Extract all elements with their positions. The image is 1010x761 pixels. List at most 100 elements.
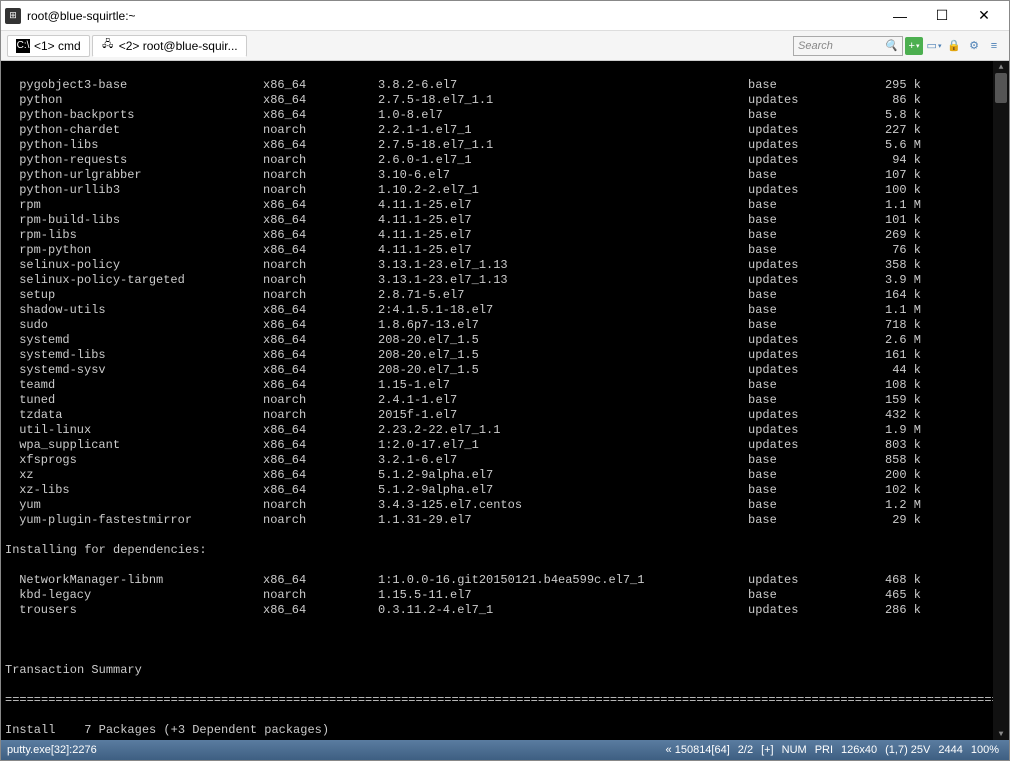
package-row: rpm-libsx86_644.11.1-25.el7base269 k [5,228,1009,243]
status-item: « 150814[64] [662,744,734,756]
pkg-version: 208-20.el7_1.5 [378,363,748,378]
titlebar: ⊞ root@blue-squirtle:~ — ☐ ✕ [1,1,1009,31]
pkg-version: 2.7.5-18.el7_1.1 [378,138,748,153]
pkg-size: 358 k [873,258,925,273]
search-icon: 🔍 [884,39,898,52]
pkg-version: 1.8.6p7-13.el7 [378,318,748,333]
pkg-repo: base [748,303,873,318]
scroll-down-icon[interactable]: ▼ [993,728,1009,740]
pkg-size: 468 k [873,573,925,588]
close-button[interactable]: ✕ [963,2,1005,30]
pkg-size: 5.8 k [873,108,925,123]
pkg-arch: noarch [263,288,378,303]
pkg-repo: updates [748,348,873,363]
pkg-repo: base [748,198,873,213]
menu-button[interactable]: ≡ [985,37,1003,55]
scroll-up-icon[interactable]: ▲ [993,61,1009,73]
pkg-version: 1:2.0-17.el7_1 [378,438,748,453]
lock-button[interactable]: 🔒 [945,37,963,55]
pkg-size: 164 k [873,288,925,303]
package-row: selinux-policynoarch3.13.1-23.el7_1.13up… [5,258,1009,273]
pkg-arch: x86_64 [263,318,378,333]
pkg-name: python-requests [5,153,263,168]
statusbar: putty.exe[32]:2276 « 150814[64]2/2[+]NUM… [1,740,1009,760]
pkg-version: 2.23.2-22.el7_1.1 [378,423,748,438]
pkg-repo: base [748,378,873,393]
status-item: NUM [778,744,811,756]
pkg-size: 465 k [873,588,925,603]
new-tab-button[interactable]: +▾ [905,37,923,55]
pkg-version: 2.2.1-1.el7_1 [378,123,748,138]
pkg-name: pygobject3-base [5,78,263,93]
summary-rule: ========================================… [5,693,1009,708]
pkg-name: python-urlgrabber [5,168,263,183]
pkg-size: 269 k [873,228,925,243]
settings-button[interactable]: ⚙ [965,37,983,55]
package-row: selinux-policy-targetednoarch3.13.1-23.e… [5,273,1009,288]
package-row: python-urlgrabbernoarch3.10-6.el7base107… [5,168,1009,183]
package-row: python-libsx86_642.7.5-18.el7_1.1updates… [5,138,1009,153]
pkg-name: python-chardet [5,123,263,138]
pkg-size: 286 k [873,603,925,618]
pkg-repo: base [748,318,873,333]
tab-cmd[interactable]: C:\ <1> cmd [7,35,90,57]
pkg-arch: x86_64 [263,348,378,363]
window-title: root@blue-squirtle:~ [27,9,879,23]
status-item: 2444 [934,744,966,756]
pkg-size: 200 k [873,468,925,483]
pkg-repo: updates [748,258,873,273]
pkg-size: 76 k [873,243,925,258]
pkg-repo: updates [748,423,873,438]
tab-ssh[interactable]: 🖧 <2> root@blue-squir... [92,35,247,57]
package-row: rpmx86_644.11.1-25.el7base1.1 M [5,198,1009,213]
pkg-version: 2.4.1-1.el7 [378,393,748,408]
search-input[interactable]: Search 🔍 [793,36,903,56]
search-placeholder: Search [798,40,833,52]
pkg-version: 1.15-1.el7 [378,378,748,393]
status-item: 2/2 [734,744,757,756]
minimize-button[interactable]: — [879,2,921,30]
pkg-repo: base [748,228,873,243]
pkg-size: 44 k [873,363,925,378]
status-item: [+] [757,744,778,756]
pkg-repo: base [748,243,873,258]
pkg-arch: x86_64 [263,93,378,108]
package-row: pythonx86_642.7.5-18.el7_1.1updates86 k [5,93,1009,108]
pkg-arch: x86_64 [263,108,378,123]
pkg-arch: x86_64 [263,603,378,618]
package-row: shadow-utilsx86_642:4.1.5.1-18.el7base1.… [5,303,1009,318]
install-line: Install 7 Packages (+3 Dependent package… [5,723,1009,738]
pkg-arch: noarch [263,123,378,138]
pkg-arch: x86_64 [263,453,378,468]
maximize-button[interactable]: ☐ [921,2,963,30]
window-menu-button[interactable]: ▭▾ [925,37,943,55]
status-item: PRI [811,744,837,756]
package-row: systemd-sysvx86_64208-20.el7_1.5updates4… [5,363,1009,378]
pkg-arch: x86_64 [263,213,378,228]
pkg-repo: base [748,78,873,93]
pkg-size: 86 k [873,93,925,108]
package-row: yum-plugin-fastestmirrornoarch1.1.31-29.… [5,513,1009,528]
pkg-version: 1.0-8.el7 [378,108,748,123]
pkg-arch: noarch [263,393,378,408]
package-row: rpm-build-libsx86_644.11.1-25.el7base101… [5,213,1009,228]
scroll-thumb[interactable] [995,73,1007,103]
pkg-repo: base [748,498,873,513]
package-row: python-urllib3noarch1.10.2-2.el7_1update… [5,183,1009,198]
pkg-size: 1.9 M [873,423,925,438]
pkg-name: python-backports [5,108,263,123]
pkg-size: 101 k [873,213,925,228]
pkg-arch: x86_64 [263,378,378,393]
pkg-repo: base [748,588,873,603]
terminal[interactable]: pygobject3-basex86_643.8.2-6.el7base295 … [1,61,1009,740]
pkg-version: 1.15.5-11.el7 [378,588,748,603]
pkg-name: selinux-policy-targeted [5,273,263,288]
pkg-arch: x86_64 [263,198,378,213]
pkg-arch: noarch [263,498,378,513]
pkg-size: 295 k [873,78,925,93]
package-row: systemd-libsx86_64208-20.el7_1.5updates1… [5,348,1009,363]
pkg-arch: x86_64 [263,228,378,243]
pkg-name: systemd [5,333,263,348]
terminal-scrollbar[interactable]: ▲ ▼ [993,61,1009,740]
pkg-arch: x86_64 [263,333,378,348]
